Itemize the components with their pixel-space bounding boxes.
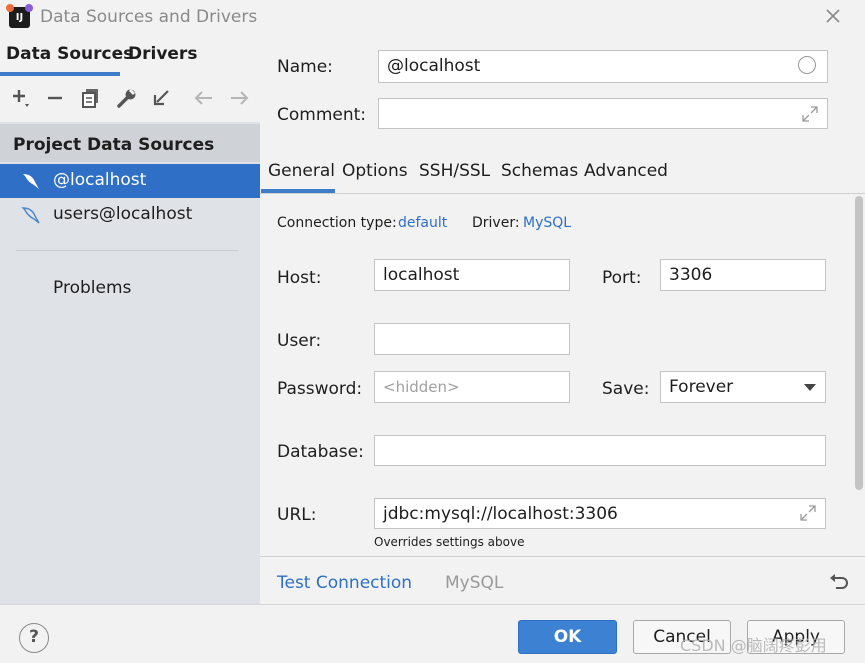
tab-general[interactable]: General — [268, 161, 335, 181]
connection-type-link[interactable]: default — [398, 215, 447, 231]
watermark: CSDN @脑阔疼彭用 — [680, 636, 827, 655]
url-hint: Overrides settings above — [374, 535, 525, 549]
expand-icon[interactable] — [800, 104, 820, 124]
host-label: Host: — [277, 268, 322, 288]
data-source-label[interactable]: users@localhost — [53, 204, 192, 224]
url-label: URL: — [277, 505, 317, 525]
tab-options[interactable]: Options — [342, 161, 408, 181]
tab-ssh-ssl[interactable]: SSH/SSL — [419, 161, 490, 181]
chevron-down-icon[interactable] — [803, 382, 817, 392]
divider — [16, 250, 238, 251]
driver-name-label: MySQL — [445, 573, 504, 593]
port-label: Port: — [602, 268, 642, 288]
save-label: Save: — [602, 379, 650, 399]
section-title: Project Data Sources — [13, 135, 215, 155]
back-arrow-icon[interactable] — [192, 86, 216, 110]
comment-label: Comment: — [277, 105, 367, 125]
tab-drivers[interactable]: Drivers — [128, 44, 197, 64]
tab-advanced[interactable]: Advanced — [584, 161, 668, 181]
url-field[interactable]: jdbc:mysql://localhost:3306 — [374, 498, 826, 529]
close-icon[interactable] — [822, 5, 844, 27]
help-button[interactable]: ? — [19, 623, 49, 653]
tab-data-sources[interactable]: Data Sources — [6, 44, 133, 64]
mysql-dolphin-icon — [20, 204, 42, 226]
app-logo-icon: IJ — [6, 4, 33, 28]
database-label: Database: — [277, 442, 364, 462]
password-field[interactable]: <hidden> — [374, 371, 570, 403]
wrench-icon[interactable] — [115, 86, 139, 110]
mysql-dolphin-icon — [20, 170, 42, 192]
name-field[interactable]: @localhost — [378, 50, 828, 83]
save-dropdown[interactable]: Forever — [660, 371, 826, 403]
user-label: User: — [277, 331, 322, 351]
color-circle-icon[interactable] — [798, 56, 816, 74]
connection-type-label: Connection type: — [277, 215, 397, 231]
password-label: Password: — [277, 379, 363, 399]
problems-item[interactable]: Problems — [53, 278, 131, 298]
window-title: Data Sources and Drivers — [40, 7, 258, 27]
save-dropdown-value: Forever — [669, 377, 734, 397]
host-field[interactable]: localhost — [374, 259, 570, 291]
tab-schemas[interactable]: Schemas — [501, 161, 578, 181]
database-field[interactable] — [374, 435, 826, 466]
driver-label: Driver: — [472, 215, 520, 231]
remove-icon[interactable] — [44, 86, 68, 110]
driver-link[interactable]: MySQL — [523, 215, 571, 231]
add-icon[interactable] — [10, 86, 34, 110]
user-field[interactable] — [374, 323, 570, 355]
scrollbar-thumb[interactable] — [855, 196, 863, 490]
data-source-label[interactable]: @localhost — [53, 170, 146, 190]
import-icon[interactable] — [150, 86, 174, 110]
comment-field[interactable] — [378, 98, 828, 129]
revert-icon[interactable] — [828, 570, 850, 592]
name-label: Name: — [277, 57, 333, 77]
divider — [260, 556, 865, 557]
expand-icon[interactable] — [798, 503, 818, 523]
duplicate-icon[interactable] — [80, 86, 104, 110]
test-connection-link[interactable]: Test Connection — [277, 573, 412, 593]
forward-arrow-icon[interactable] — [227, 86, 251, 110]
ok-button[interactable]: OK — [518, 620, 617, 654]
port-field[interactable]: 3306 — [660, 259, 826, 291]
